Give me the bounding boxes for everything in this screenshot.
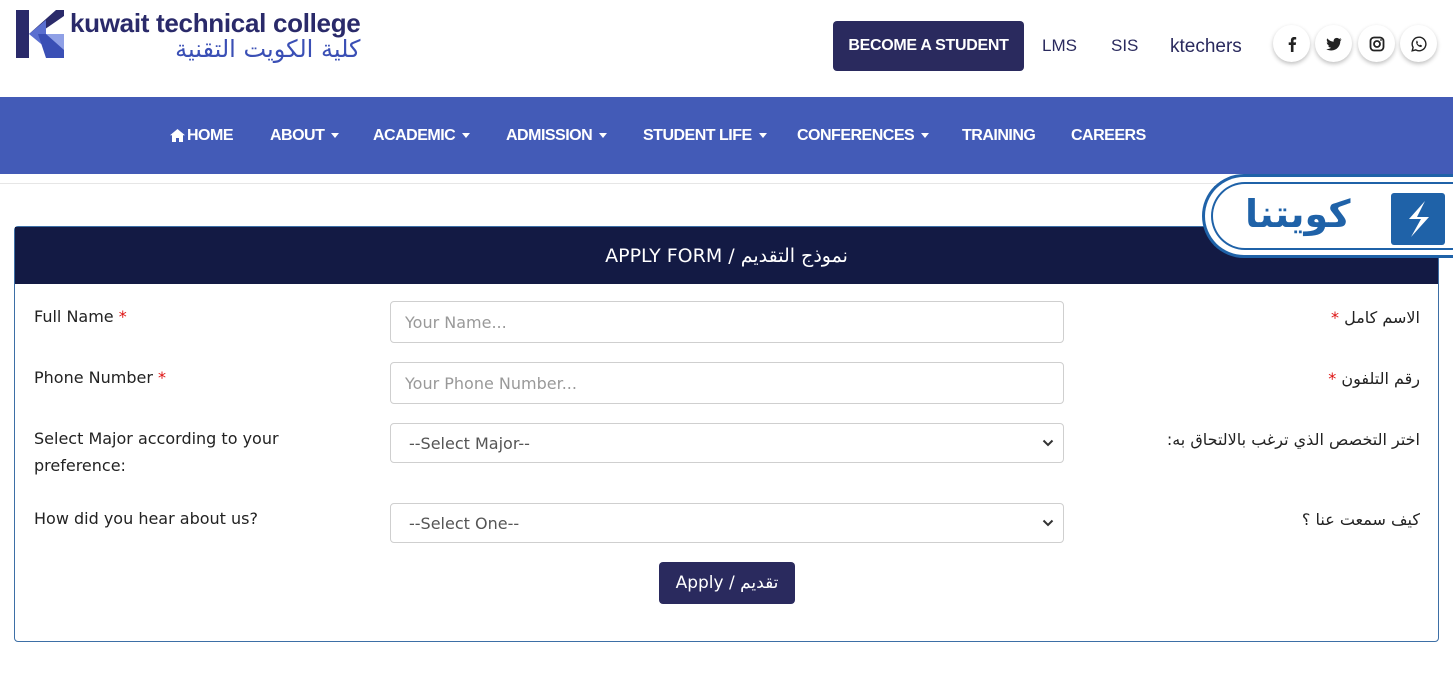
phone-label-en: Phone Number *: [34, 368, 167, 387]
chevron-down-icon: [1042, 439, 1054, 447]
phone-label-ar: رقم التلفون *: [1328, 369, 1420, 388]
nav-item-admission[interactable]: ADMISSION: [506, 97, 608, 174]
logo-mark-icon: [16, 10, 64, 58]
referral-select[interactable]: --Select One--: [390, 503, 1064, 543]
apply-button[interactable]: Apply / تقديم: [659, 562, 795, 604]
major-select-value: --Select Major--: [409, 433, 530, 453]
nav-item-home[interactable]: HOME: [170, 97, 234, 174]
full-name-label-ar: الاسم كامل *: [1331, 308, 1420, 327]
nav-item-training[interactable]: TRAINING: [962, 97, 1036, 174]
nav-item-label: STUDENT LIFE: [643, 126, 752, 144]
lms-link[interactable]: LMS: [1042, 36, 1077, 56]
referral-select-value: --Select One--: [409, 513, 520, 533]
become-student-button[interactable]: BECOME A STUDENT: [833, 21, 1024, 71]
instagram-icon[interactable]: [1358, 25, 1395, 62]
caret-down-icon: [331, 133, 340, 138]
full-name-input[interactable]: [390, 301, 1064, 343]
referral-label-ar: كيف سمعت عنا ؟: [1301, 510, 1420, 529]
whatsapp-icon[interactable]: [1400, 25, 1437, 62]
nav-item-student-life[interactable]: STUDENT LIFE: [643, 97, 767, 174]
kuwaitna-badge: كويتنا: [1202, 174, 1453, 258]
kuwaitna-badge-text: كويتنا: [1245, 192, 1351, 236]
nav-item-label: TRAINING: [962, 126, 1036, 144]
facebook-icon[interactable]: [1273, 25, 1310, 62]
ktechers-link[interactable]: ktechers: [1170, 36, 1242, 58]
site-header: kuwait technical college كلية الكويت الت…: [0, 0, 1453, 97]
logo-name-en: kuwait technical college: [70, 8, 361, 38]
referral-label-en: How did you hear about us?: [34, 509, 258, 528]
logo-name-ar: كلية الكويت التقنية: [175, 35, 361, 63]
nav-item-conferences[interactable]: CONFERENCES: [797, 97, 930, 174]
nav-item-label: ADMISSION: [506, 126, 593, 144]
nav-item-label: HOME: [187, 126, 234, 144]
caret-down-icon: [599, 133, 608, 138]
nav-item-careers[interactable]: CAREERS: [1071, 97, 1146, 174]
sis-link[interactable]: SIS: [1111, 36, 1138, 56]
nav-item-label: CONFERENCES: [797, 126, 915, 144]
nav-item-label: CAREERS: [1071, 126, 1146, 144]
kuwaitna-logo-icon: [1391, 193, 1445, 245]
twitter-icon[interactable]: [1315, 25, 1352, 62]
apply-form-panel: APPLY FORM / نموذج التقديم Full Name * ا…: [14, 226, 1439, 642]
major-select[interactable]: --Select Major--: [390, 423, 1064, 463]
nav-item-about[interactable]: ABOUT: [270, 97, 340, 174]
major-label-ar: اختر التخصص الذي ترغب بالالتحاق به:: [1166, 430, 1420, 449]
caret-down-icon: [921, 133, 930, 138]
college-logo[interactable]: kuwait technical college كلية الكويت الت…: [16, 8, 361, 63]
chevron-down-icon: [1042, 519, 1054, 527]
nav-item-label: ACADEMIC: [373, 126, 456, 144]
nav-item-label: ABOUT: [270, 126, 325, 144]
main-nav: HOME ABOUT ACADEMIC ADMISSION STUDENT LI…: [0, 97, 1453, 174]
home-icon: [170, 129, 185, 142]
nav-item-academic[interactable]: ACADEMIC: [373, 97, 471, 174]
major-label-en: Select Major according to your preferenc…: [34, 429, 279, 475]
full-name-label-en: Full Name *: [34, 307, 127, 326]
caret-down-icon: [758, 133, 767, 138]
caret-down-icon: [462, 133, 471, 138]
phone-input[interactable]: [390, 362, 1064, 404]
